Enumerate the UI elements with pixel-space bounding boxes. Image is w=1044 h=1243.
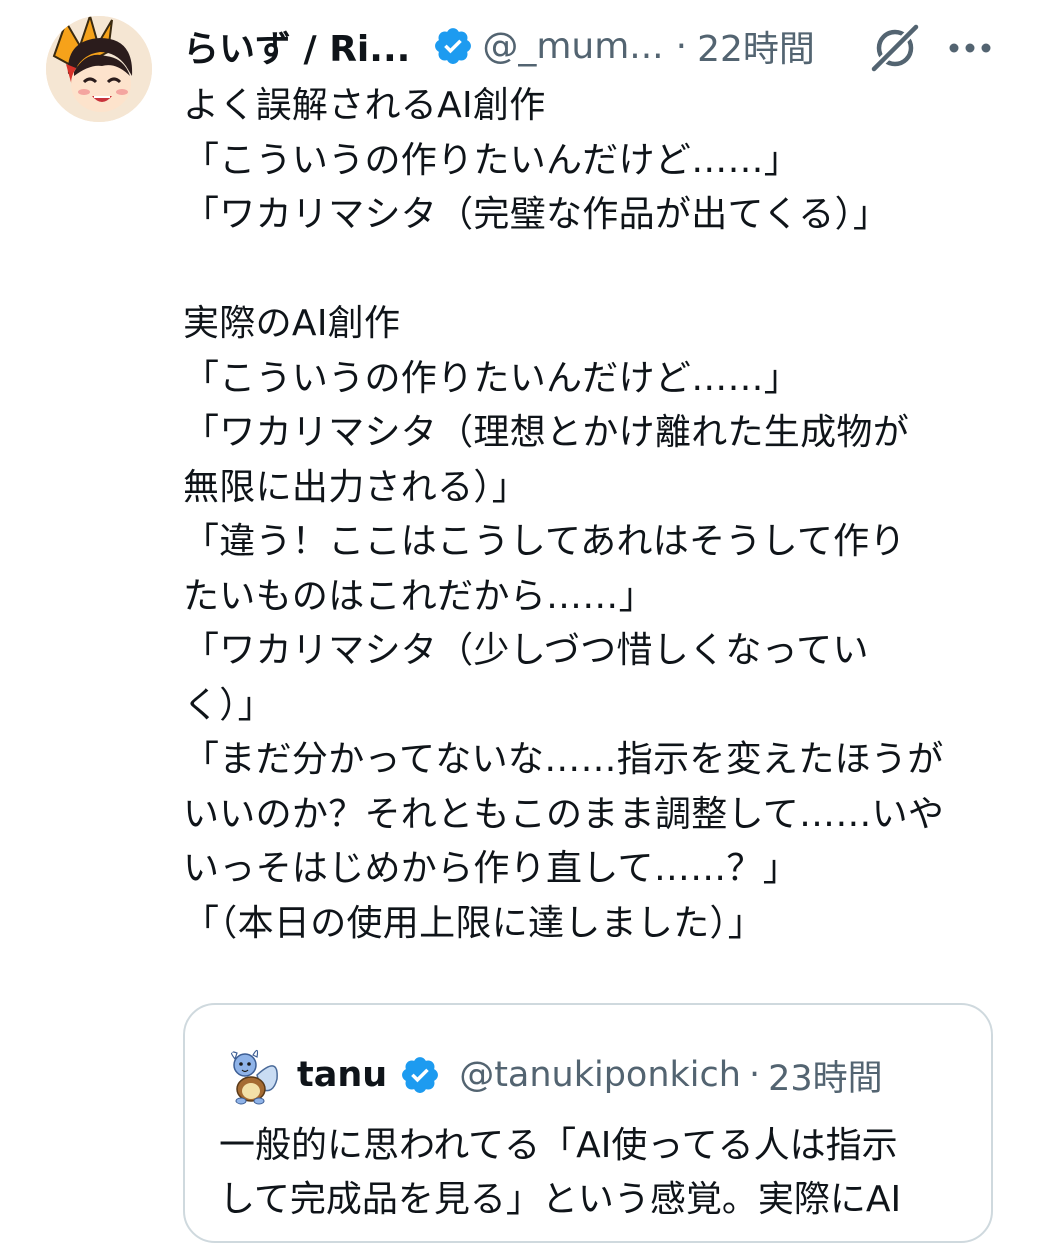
tweet[interactable]: らいず / Ri... @_mum... · 22時間 よく誤解されるAI創作 … [0,0,1044,1243]
quoted-avatar-image [221,1045,283,1107]
quoted-tweet-body-text: 一般的に思われてる「AI使ってる人は指示 して完成品を見る」という感覚。実際にA… [219,1125,902,1220]
tweet-timestamp[interactable]: 22時間 [697,20,815,72]
quoted-verified-badge-icon[interactable] [399,1054,441,1096]
quoted-tweet-timestamp[interactable]: 23時間 [768,1050,883,1101]
more-options-icon[interactable] [944,30,996,66]
grok-icon[interactable] [868,21,922,75]
header-separator: · [675,25,688,67]
quoted-author-display-name[interactable]: tanu [297,1055,387,1095]
author-display-name[interactable]: らいず / Ri... [183,20,410,72]
quoted-tweet-card[interactable]: tanu @tanukiponkich · 23時間 一般的に思われてる「AI使… [183,1003,993,1243]
quoted-author-avatar[interactable] [221,1045,283,1107]
author-handle[interactable]: @_mum... [482,26,663,67]
quoted-header-separator: · [748,1055,761,1095]
avatar-image [46,16,152,122]
quoted-tweet-header: tanu @tanukiponkich · 23時間 [297,1047,883,1103]
quoted-author-handle[interactable]: @tanukiponkich [459,1055,741,1095]
author-avatar[interactable] [46,16,152,122]
tweet-body-text: よく誤解されるAI創作 「こういうの作りたいんだけど……」 「ワカリマシタ（完璧… [183,85,945,944]
verified-badge-icon[interactable] [432,25,474,67]
